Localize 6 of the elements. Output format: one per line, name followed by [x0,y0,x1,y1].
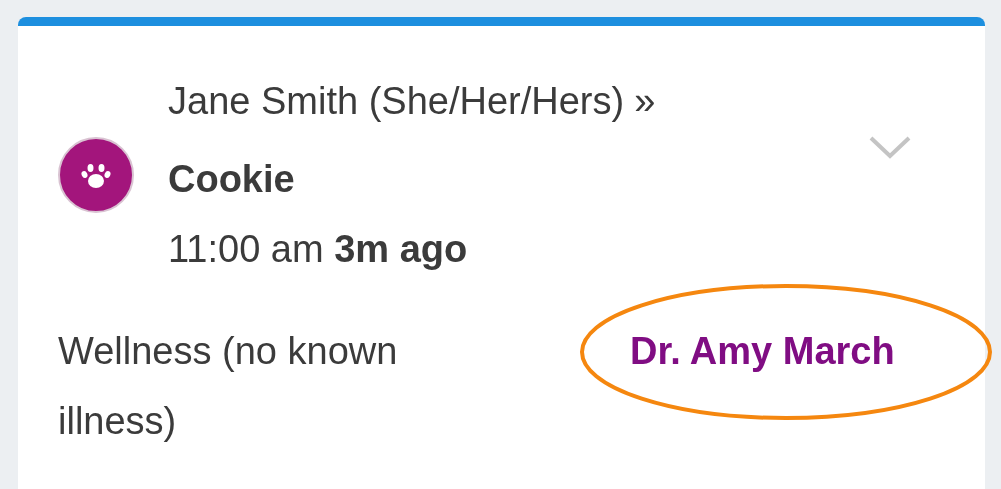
visit-reason: Wellness (no known illness) [58,329,399,444]
owner-name: Jane Smith (She/Her/Hers) [168,80,625,122]
chevron-icon[interactable] [868,134,912,160]
separator: » [634,80,656,122]
pet-name: Cookie [168,157,296,202]
appointment-time: 11:00 am 3m ago [168,227,469,272]
